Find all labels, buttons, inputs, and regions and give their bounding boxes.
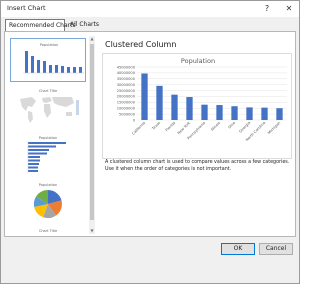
thumb-bar — [73, 67, 76, 73]
thumbnail-scrollbar[interactable]: ▲ ▼ — [89, 36, 95, 234]
thumbnail-clustered-column[interactable]: Population — [10, 38, 86, 82]
x-tick-label: Ohio — [228, 121, 237, 130]
thumb-bar — [67, 67, 70, 73]
y-tick-label: 20000000 — [117, 95, 136, 99]
population-bar — [186, 97, 193, 120]
thumbnail-pie[interactable]: Population — [10, 179, 86, 223]
thumb-bar — [55, 65, 58, 73]
x-tick-label: California — [131, 121, 146, 136]
x-tick-label: Illinois — [210, 121, 221, 132]
thumbnail-column-graphic: Population — [23, 43, 84, 74]
thumb-world-map — [20, 97, 74, 123]
chart-description: A clustered column chart is used to comp… — [105, 160, 290, 172]
thumb-bar — [43, 61, 46, 73]
y-tick-label: 0 — [133, 118, 136, 122]
thumb-map-legend — [76, 100, 79, 115]
thumb-bar — [37, 60, 40, 73]
thumb-horizontal-bars — [28, 142, 66, 172]
x-tick-label: New York — [177, 120, 192, 135]
tab-all-charts[interactable]: All Charts — [67, 19, 99, 31]
population-bar — [171, 94, 178, 120]
thumb-bar — [49, 65, 52, 73]
population-bar — [141, 73, 148, 120]
tab-content-panel: Population Chart Title Population Popula… — [4, 31, 296, 237]
thumb-column-bars — [25, 51, 82, 73]
y-tick-label: 30000000 — [117, 83, 136, 87]
thumbnail-title: Chart Title — [39, 229, 57, 233]
y-tick-label: 15000000 — [117, 101, 136, 105]
thumbnail-funnel[interactable]: Chart Title — [10, 226, 86, 234]
thumbnail-map-graphic: Chart Title — [20, 89, 79, 123]
thumb-bar — [31, 56, 34, 73]
thumbnail-title: Population — [40, 43, 58, 47]
thumb-pie-slices — [33, 189, 62, 219]
dialog-footer: OK Cancel — [1, 239, 299, 283]
y-tick-label: 5000000 — [119, 112, 136, 116]
thumbnail-bar-graphic: Population — [27, 136, 66, 173]
chart-preview: Population 0 5000000 10000000 15000000 20000… — [102, 53, 292, 159]
population-bar — [276, 108, 283, 120]
cancel-button[interactable]: Cancel — [259, 243, 293, 255]
population-bar — [201, 104, 208, 120]
population-bar — [246, 107, 253, 120]
population-bar — [261, 107, 268, 120]
close-button[interactable]: ✕ — [281, 2, 297, 16]
dialog-title: Insert Chart — [7, 4, 46, 12]
y-tick-label: 25000000 — [117, 89, 136, 93]
thumbnail-clustered-bar[interactable]: Population — [10, 132, 86, 176]
scrollbar-thumb[interactable] — [90, 44, 94, 220]
thumb-bar — [79, 67, 82, 73]
help-button[interactable]: ? — [259, 2, 275, 16]
thumb-bar — [61, 66, 64, 73]
y-tick-label: 40000000 — [117, 71, 136, 75]
chart-type-heading: Clustered Column — [105, 40, 177, 49]
ok-button[interactable]: OK — [221, 243, 255, 255]
chart-thumbnail-list: Population Chart Title Population Popula… — [9, 36, 93, 234]
y-tick-label: 45000000 — [117, 65, 136, 69]
thumbnail-filled-map[interactable]: Chart Title — [10, 85, 86, 129]
y-tick-label: 35000000 — [117, 77, 136, 81]
thumbnail-funnel-graphic: Chart Title — [39, 229, 57, 233]
scroll-down-arrow-icon[interactable]: ▼ — [89, 228, 95, 234]
population-bar — [156, 85, 163, 120]
y-tick-label: 10000000 — [117, 107, 136, 111]
tab-recommended-charts[interactable]: Recommended Charts — [5, 19, 76, 31]
title-bar: Insert Chart ? ✕ — [1, 1, 299, 17]
x-tick-label: Michigan — [267, 121, 281, 135]
x-tick-label: Texas — [151, 121, 162, 132]
thumbnail-title: Population — [39, 183, 57, 187]
scroll-up-arrow-icon[interactable]: ▲ — [89, 36, 95, 42]
population-column-chart: 0 500000010000000 15000000 20000000 25000000… — [117, 65, 287, 142]
insert-chart-dialog: Insert Chart ? ✕ Recommended Charts All … — [0, 0, 300, 284]
thumbnail-pie-graphic: Population — [33, 183, 62, 219]
population-bar — [216, 105, 223, 120]
thumbnail-title: Chart Title — [39, 89, 57, 93]
x-tick-label: Georgia — [238, 121, 251, 134]
population-bar — [231, 106, 238, 120]
thumb-bar — [25, 51, 28, 73]
thumbnail-title: Population — [39, 136, 57, 140]
x-tick-label: Florida — [165, 121, 176, 132]
